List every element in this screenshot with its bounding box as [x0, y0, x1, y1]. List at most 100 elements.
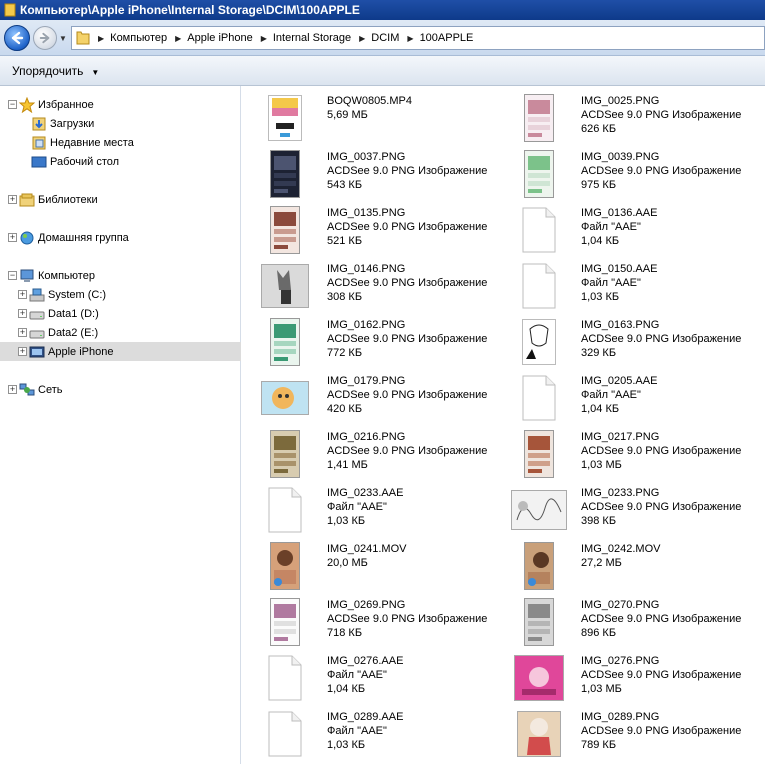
file-name: IMG_0163.PNG	[581, 319, 660, 331]
file-details: BOQW0805.MP4 5,69 МБ	[327, 94, 412, 122]
nav-favorites[interactable]: − Избранное	[0, 95, 241, 114]
file-item[interactable]: IMG_0276.AAE Файл "AAE" 1,04 КБ	[257, 650, 511, 706]
file-name: IMG_0276.AAE	[327, 655, 404, 667]
file-name: IMG_0233.PNG	[581, 487, 660, 499]
address-box[interactable]: ▶ Компьютер ▶ Apple iPhone ▶ Internal St…	[71, 26, 765, 50]
file-list: BOQW0805.MP4 5,69 МБ IMG_0025.PNG ACDSee 9.…	[241, 86, 765, 764]
file-details: IMG_0163.PNG ACDSee 9.0 PNG Изображение 32…	[581, 318, 741, 360]
file-item[interactable]: IMG_0241.MOV 20,0 МБ	[257, 538, 511, 594]
file-thumbnail	[511, 149, 567, 199]
window-title: Компьютер\Apple iPhone\Internal Storage\…	[20, 3, 360, 17]
file-name: IMG_0205.AAE	[581, 375, 658, 387]
chevron-right-icon[interactable]: ▶	[407, 34, 413, 43]
file-item[interactable]: IMG_0162.PNG ACDSee 9.0 PNG Изображение 77…	[257, 314, 511, 370]
address-bar-area: ▼ ▶ Компьютер ▶ Apple iPhone ▶ Internal …	[0, 20, 765, 56]
file-details: IMG_0233.AAE Файл "AAE" 1,03 КБ	[327, 486, 403, 528]
file-item[interactable]: IMG_0217.PNG ACDSee 9.0 PNG Изображение 1,…	[511, 426, 765, 482]
nav-data2-drive[interactable]: + Data2 (E:)	[0, 323, 241, 342]
nav-label: Компьютер	[38, 269, 95, 282]
chevron-right-icon[interactable]: ▶	[98, 34, 104, 43]
file-item[interactable]: IMG_0205.AAE Файл "AAE" 1,04 КБ	[511, 370, 765, 426]
file-item[interactable]: IMG_0276.PNG ACDSee 9.0 PNG Изображение 1,…	[511, 650, 765, 706]
crumb-100apple[interactable]: 100APPLE	[420, 32, 474, 44]
file-item[interactable]: IMG_0233.AAE Файл "AAE" 1,03 КБ	[257, 482, 511, 538]
nav-label: Рабочий стол	[50, 155, 120, 168]
nav-desktop[interactable]: Рабочий стол	[0, 152, 241, 171]
file-details: IMG_0269.PNG ACDSee 9.0 PNG Изображение 71…	[327, 598, 487, 640]
file-type: ACDSee 9.0 PNG Изображение	[327, 445, 488, 457]
file-size: 1,03 МБ	[581, 459, 622, 471]
file-name: IMG_0037.PNG	[327, 151, 406, 163]
nav-network[interactable]: + Сеть	[0, 380, 241, 399]
nav-homegroup[interactable]: + Домашняя группа	[0, 228, 241, 247]
nav-computer[interactable]: − Компьютер	[0, 266, 241, 285]
file-details: IMG_0205.AAE Файл "AAE" 1,04 КБ	[581, 374, 657, 416]
nav-system-drive[interactable]: + System (C:)	[0, 285, 241, 304]
chevron-right-icon[interactable]: ▶	[359, 34, 365, 43]
crumb-dcim[interactable]: DCIM	[371, 32, 399, 44]
file-item[interactable]: IMG_0039.PNG ACDSee 9.0 PNG Изображение 97…	[511, 146, 765, 202]
file-name: BOQW0805.MP4	[327, 95, 412, 107]
file-name: IMG_0242.MOV	[581, 543, 661, 555]
network-icon	[19, 382, 35, 398]
file-size: 20,0 МБ	[327, 557, 368, 569]
crumb-computer[interactable]: Компьютер	[110, 32, 167, 44]
nav-data1-drive[interactable]: + Data1 (D:)	[0, 304, 241, 323]
back-arrow-icon	[11, 31, 24, 45]
file-generic-icon	[511, 205, 567, 255]
expand-icon[interactable]: +	[18, 309, 27, 318]
file-type: ACDSee 9.0 PNG Изображение	[581, 165, 742, 177]
file-details: IMG_0289.AAE Файл "AAE" 1,03 КБ	[327, 710, 403, 752]
file-item[interactable]: IMG_0136.AAE Файл "AAE" 1,04 КБ	[511, 202, 765, 258]
file-item[interactable]: IMG_0135.PNG ACDSee 9.0 PNG Изображение 52…	[257, 202, 511, 258]
file-item[interactable]: IMG_0179.PNG ACDSee 9.0 PNG Изображение 42…	[257, 370, 511, 426]
nav-downloads[interactable]: Загрузки	[0, 114, 241, 133]
file-item[interactable]: IMG_0270.PNG ACDSee 9.0 PNG Изображение 89…	[511, 594, 765, 650]
expand-icon[interactable]: +	[8, 233, 17, 242]
chevron-right-icon[interactable]: ▶	[261, 34, 267, 43]
file-item[interactable]: IMG_0233.PNG ACDSee 9.0 PNG Изображение 39…	[511, 482, 765, 538]
expand-icon[interactable]: +	[18, 347, 27, 356]
expand-icon[interactable]: +	[18, 328, 27, 337]
computer-icon	[19, 268, 35, 284]
file-item[interactable]: IMG_0163.PNG ACDSee 9.0 PNG Изображение 32…	[511, 314, 765, 370]
organize-button[interactable]: Упорядочить ▼	[12, 64, 99, 78]
homegroup-icon	[19, 230, 35, 246]
file-item[interactable]: IMG_0150.AAE Файл "AAE" 1,03 КБ	[511, 258, 765, 314]
file-size: 718 КБ	[327, 627, 363, 639]
file-item[interactable]: IMG_0289.AAE Файл "AAE" 1,03 КБ	[257, 706, 511, 762]
file-item[interactable]: IMG_0146.PNG ACDSee 9.0 PNG Изображение 30…	[257, 258, 511, 314]
file-item[interactable]: IMG_0289.PNG ACDSee 9.0 PNG Изображение 78…	[511, 706, 765, 762]
collapse-icon[interactable]: −	[8, 271, 17, 280]
file-item[interactable]: IMG_0025.PNG ACDSee 9.0 PNG Изображение 62…	[511, 90, 765, 146]
file-item[interactable]: IMG_0269.PNG ACDSee 9.0 PNG Изображение 71…	[257, 594, 511, 650]
file-thumbnail	[511, 317, 567, 367]
forward-button[interactable]	[33, 26, 57, 50]
file-item[interactable]: IMG_0037.PNG ACDSee 9.0 PNG Изображение 54…	[257, 146, 511, 202]
expand-icon[interactable]: +	[8, 385, 17, 394]
file-item[interactable]: IMG_0216.PNG ACDSee 9.0 PNG Изображение 1,…	[257, 426, 511, 482]
file-thumbnail	[257, 205, 313, 255]
nav-libraries[interactable]: + Библиотеки	[0, 190, 241, 209]
navigation-pane: − Избранное Загрузки Недавние места Рабо…	[0, 86, 241, 764]
expand-icon[interactable]: +	[18, 290, 27, 299]
chevron-right-icon[interactable]: ▶	[175, 34, 181, 43]
file-thumbnail	[257, 317, 313, 367]
recent-pages-dropdown[interactable]: ▼	[59, 34, 67, 43]
file-type: ACDSee 9.0 PNG Изображение	[581, 109, 742, 121]
nav-recent[interactable]: Недавние места	[0, 133, 241, 152]
file-item[interactable]: IMG_0242.MOV 27,2 МБ	[511, 538, 765, 594]
file-type: Файл "AAE"	[327, 669, 387, 681]
file-size: 1,04 КБ	[327, 683, 366, 695]
file-name: IMG_0216.PNG	[327, 431, 406, 443]
file-type: ACDSee 9.0 PNG Изображение	[327, 165, 488, 177]
file-type: Файл "AAE"	[327, 501, 387, 513]
expand-icon[interactable]: +	[8, 195, 17, 204]
crumb-iphone[interactable]: Apple iPhone	[187, 32, 252, 44]
crumb-internal-storage[interactable]: Internal Storage	[273, 32, 351, 44]
nav-apple-iphone[interactable]: + Apple iPhone	[0, 342, 241, 361]
file-item[interactable]: BOQW0805.MP4 5,69 МБ	[257, 90, 511, 146]
back-button[interactable]	[4, 25, 30, 51]
file-details: IMG_0276.AAE Файл "AAE" 1,04 КБ	[327, 654, 403, 696]
collapse-icon[interactable]: −	[8, 100, 17, 109]
